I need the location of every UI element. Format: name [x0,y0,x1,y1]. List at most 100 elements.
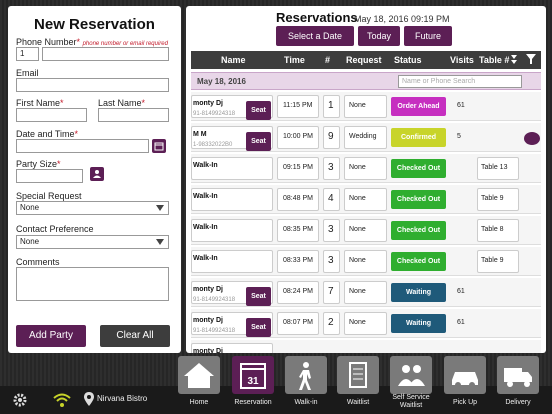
status-badge[interactable]: Waiting [391,314,446,333]
col-visits[interactable]: Visits [450,55,474,65]
seat-button[interactable]: Seat [246,101,271,120]
request-cell: None [344,312,387,335]
party-count: 3 [328,255,334,266]
table-number: Table 9 [481,257,504,264]
status-badge[interactable]: Waiting [391,283,446,302]
party-count: 1 [328,100,334,111]
nav-home[interactable] [178,356,220,394]
table-row[interactable]: Walk-In 08:35 PM 3 None Checked Out Table 8 [191,216,541,245]
special-request: None [349,164,366,171]
party-count: 2 [328,317,334,328]
guest-phone: 91-8149924318 [193,297,236,303]
comments-field[interactable] [16,267,169,301]
last-name-label: Last Name* [98,98,146,108]
status-badge[interactable]: Checked Out [391,221,446,240]
country-code-field[interactable]: 1 [16,47,39,61]
guest-cell: monty Dj 91-8149924318 Seat [191,281,273,306]
reservation-time: 11:15 PM [283,102,313,109]
nav-delivery[interactable] [497,356,539,394]
col-request[interactable]: Request [346,55,382,65]
status-badge[interactable]: Checked Out [391,190,446,209]
nav-pick-up[interactable] [444,356,486,394]
wifi-icon [52,392,72,413]
count-cell: 7 [323,281,340,304]
nav-walk-in[interactable] [285,356,327,394]
guest-phone: 1-98332022B0 [193,142,233,148]
date-time-field[interactable] [16,139,149,153]
current-datetime: May 18, 2016 09:19 PM [354,14,450,24]
filter-icon[interactable] [526,53,536,67]
party-count: 3 [328,224,334,235]
nav-reservation[interactable]: 31 [232,356,274,394]
table-row[interactable]: monty Dj [191,340,541,353]
table-row[interactable]: monty Dj 91-8149924318 Seat 11:15 PM 1 Non… [191,92,541,121]
clear-all-button[interactable]: Clear All [100,325,170,347]
table-cell[interactable]: Table 9 [477,188,519,211]
special-request: None [349,195,366,202]
table-row[interactable]: monty Dj 91-8149924318 Seat 08:24 PM 7 Non… [191,278,541,307]
status-badge[interactable]: Confirmed [391,128,446,147]
guest-cell: monty Dj [191,343,273,353]
chat-bubble-icon[interactable] [524,132,540,145]
calendar-icon: 31 [240,363,266,389]
visit-count: 61 [457,288,465,295]
today-button[interactable]: Today [358,26,400,46]
add-party-button[interactable]: Add Party [16,325,86,347]
col-time[interactable]: Time [284,55,305,65]
table-row[interactable]: Walk-In 08:33 PM 3 None Checked Out Table 9 [191,247,541,276]
special-request-select[interactable]: None [16,201,169,215]
table-number: Table 13 [481,164,508,171]
request-cell: None [344,281,387,304]
col-name[interactable]: Name [221,55,246,65]
email-field[interactable] [16,78,169,92]
select-date-button[interactable]: Select a Date [276,26,354,46]
table-row[interactable]: monty Dj 91-8149924318 Seat 08:07 PM 2 Non… [191,309,541,338]
status-badge[interactable]: Order Ahead [391,97,446,116]
chevron-down-icon [156,205,164,211]
date-group-label: May 18, 2016 [197,77,246,86]
sort-icon[interactable] [509,53,519,67]
gear-icon[interactable] [12,392,28,413]
reservation-time: 08:07 PM [283,319,313,326]
name-phone-search-input[interactable]: Name or Phone Search [398,75,522,88]
count-cell: 9 [323,126,340,149]
nav-self-service-waitlist[interactable] [390,356,432,394]
table-number: Table 8 [481,226,504,233]
table-cell[interactable]: Table 8 [477,219,519,242]
form-title: New Reservation [34,16,155,33]
contact-preference-label: Contact Preference [16,224,94,234]
phone-field[interactable] [42,47,169,61]
seat-button[interactable]: Seat [246,318,271,337]
future-button[interactable]: Future [404,26,452,46]
party-count: 7 [328,286,334,297]
reservations-title: Reservations [276,10,358,25]
table-row[interactable]: M M 1-98332022B0 Seat 10:00 PM 9 Wedding Co… [191,123,541,152]
first-name-field[interactable] [16,108,87,122]
party-size-field[interactable] [16,169,83,183]
col-count[interactable]: # [325,55,330,65]
nav-waitlist[interactable] [337,356,379,394]
table-cell[interactable]: Table 9 [477,250,519,273]
status-badge[interactable]: Checked Out [391,252,446,271]
request-cell: None [344,250,387,273]
party-count: 9 [328,131,334,142]
contact-preference-select[interactable]: None [16,235,169,249]
seat-button[interactable]: Seat [246,132,271,151]
guest-name: monty Dj [193,348,223,353]
seat-button[interactable]: Seat [246,287,271,306]
calendar-icon[interactable] [152,139,166,153]
col-table[interactable]: Table # [479,55,509,65]
time-cell: 08:33 PM [277,250,319,273]
count-cell: 4 [323,188,340,211]
nav-label: Self Service Waitlist [392,394,430,409]
table-row[interactable]: Walk-In 08:48 PM 4 None Checked Out Table 9 [191,185,541,214]
party-people-icon[interactable] [90,167,104,181]
status-badge[interactable]: Checked Out [391,159,446,178]
col-status[interactable]: Status [394,55,422,65]
last-name-field[interactable] [98,108,169,122]
special-request: None [349,288,366,295]
guest-cell: monty Dj 91-8149924318 Seat [191,95,273,120]
reservation-time: 10:00 PM [283,133,313,140]
table-cell[interactable]: Table 13 [477,157,519,180]
table-row[interactable]: Walk-In 09:15 PM 3 None Checked Out Table 13 [191,154,541,183]
